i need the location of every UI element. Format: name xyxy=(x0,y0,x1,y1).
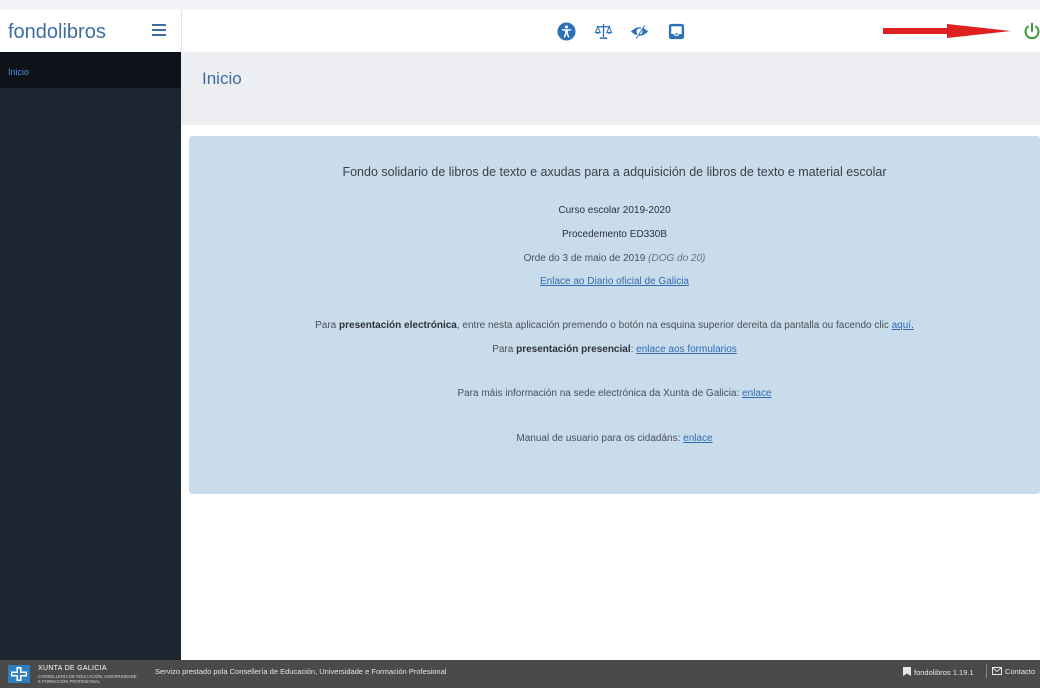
dog-link-line: Enlace ao Diario oficial de Galicia xyxy=(189,276,1040,287)
footer-service-text: Servizo prestado pola Consellería de Edu… xyxy=(155,667,447,676)
footer-divider xyxy=(986,664,987,678)
page-header: Inicio xyxy=(181,52,1040,125)
order-dog: (DOG do 20) xyxy=(648,253,706,264)
xunta-subtitle-2: E FORMACIÓN PROFESIONAL xyxy=(38,679,101,684)
bookmark-icon xyxy=(903,667,911,676)
panel-title: Fondo solidario de libros de texto e axu… xyxy=(342,165,887,179)
electronic-link[interactable]: aquí. xyxy=(892,320,914,331)
manual-link[interactable]: enlace xyxy=(683,433,712,444)
inperson-prefix: Para xyxy=(492,344,517,355)
electronic-bold: presentación electrónica xyxy=(339,320,457,331)
electronic-text: , entre nesta aplicación premendo o botó… xyxy=(456,320,892,331)
order-line: Orde do 3 de maio de 2019 (DOG do 20) xyxy=(189,253,1040,264)
sidebar: Inicio xyxy=(0,52,181,660)
course-year: Curso escolar 2019-2020 xyxy=(558,205,671,216)
eye-contrast-icon[interactable] xyxy=(630,22,649,41)
order-text: Orde do 3 de maio de 2019 xyxy=(523,253,646,264)
sidebar-item-inicio[interactable]: Inicio xyxy=(0,52,181,88)
forms-link[interactable]: enlace aos formularios xyxy=(636,344,737,355)
electronic-prefix: Para xyxy=(315,320,340,331)
scales-icon[interactable] xyxy=(594,22,613,41)
inperson-line: Para presentación presencial: enlace aos… xyxy=(189,344,1040,355)
xunta-logo-icon xyxy=(8,665,30,683)
brand-name[interactable]: fondolibros xyxy=(8,21,106,44)
info-panel: Fondo solidario de libros de texto e axu… xyxy=(189,136,1040,494)
sede-link[interactable]: enlace xyxy=(742,388,771,399)
manual-text: Manual de usuario para os cidadáns: xyxy=(516,433,684,444)
electronic-line: Para presentación electrónica, entre nes… xyxy=(189,320,1040,331)
footer: XUNTA DE GALICIA CONSELLERÍA DE EDUCACIÓ… xyxy=(0,660,1040,688)
mail-icon xyxy=(992,667,1002,675)
power-icon[interactable] xyxy=(1022,21,1040,41)
inperson-bold: presentación presencial xyxy=(516,344,631,355)
footer-version: fondolibros 1.19.1 xyxy=(903,667,974,677)
sidebar-item-label: Inicio xyxy=(8,67,30,77)
moreinfo-line: Para máis información na sede electrónic… xyxy=(189,388,1040,399)
dog-link[interactable]: Enlace ao Diario oficial de Galicia xyxy=(540,276,689,287)
brand-area: fondolibros xyxy=(0,10,182,52)
version-text: fondolibros 1.19.1 xyxy=(914,668,974,677)
xunta-name: XUNTA DE GALICIA xyxy=(38,665,107,672)
accessibility-icon[interactable] xyxy=(557,22,576,41)
hamburger-menu-icon[interactable] xyxy=(152,24,166,37)
procedure-code: Procedemento ED330B xyxy=(561,229,668,240)
app-frame: fondolibros Inicio Inicio Fondo solidari… xyxy=(0,10,1040,688)
manual-line: Manual de usuario para os cidadáns: enla… xyxy=(189,433,1040,444)
contact-link[interactable]: Contacto xyxy=(992,667,1035,676)
contact-text: Contacto xyxy=(1005,667,1036,676)
moreinfo-text: Para máis información na sede electrónic… xyxy=(457,388,743,399)
red-arrow-annotation xyxy=(883,24,1011,38)
inbox-icon[interactable] xyxy=(667,22,686,41)
page-title: Inicio xyxy=(202,69,242,88)
top-bar: fondolibros xyxy=(0,10,1040,53)
